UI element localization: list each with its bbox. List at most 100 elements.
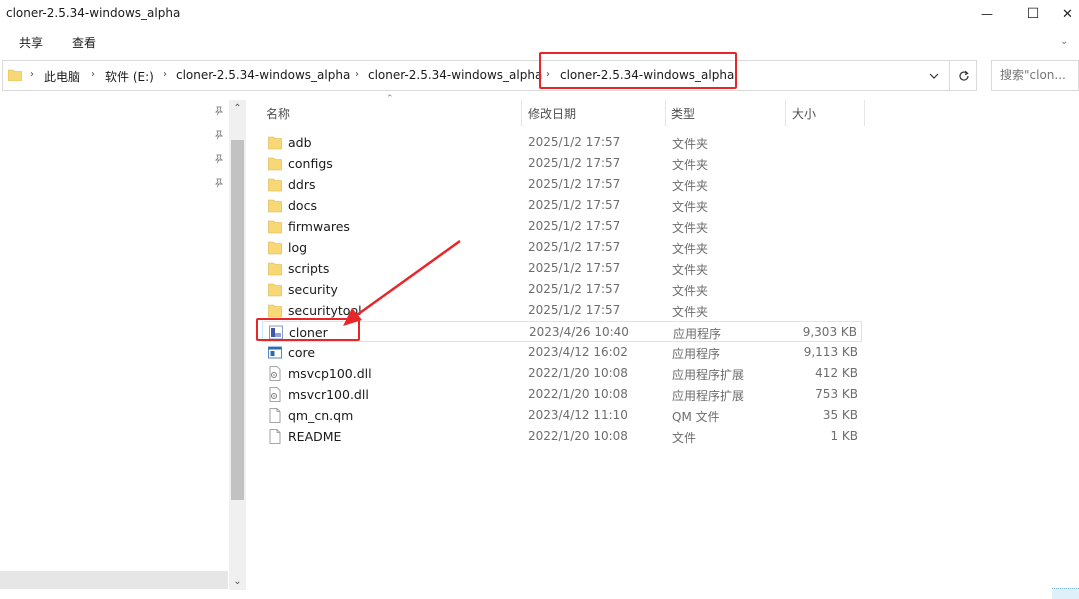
file-name: adb <box>288 135 312 150</box>
file-name: securitytool <box>288 303 362 318</box>
file-name: firmwares <box>288 219 350 234</box>
file-type: 文件夹 <box>672 305 709 319</box>
scroll-down-button[interactable]: ⌄ <box>229 573 246 590</box>
nav-scrollbar-thumb[interactable] <box>231 140 244 500</box>
scroll-up-button[interactable]: ⌃ <box>229 100 246 117</box>
ribbon: 共享 查看 ⌄ <box>0 30 1079 54</box>
column-header-name[interactable]: 名称 <box>266 100 522 126</box>
file-row-scripts[interactable]: scripts 2025/1/2 17:57 文件夹 <box>262 258 862 279</box>
column-divider[interactable] <box>864 100 865 126</box>
file-name: core <box>288 345 316 360</box>
annotation-highlight-address <box>539 52 737 89</box>
column-header-type[interactable]: 类型 <box>671 100 785 126</box>
folder-icon <box>268 199 282 213</box>
folder-icon <box>268 262 282 276</box>
folder-icon <box>268 304 282 318</box>
file-name: docs <box>288 198 317 213</box>
file-type: 文件夹 <box>672 284 709 298</box>
file-name: README <box>288 429 342 444</box>
file-row-readme[interactable]: README 2022/1/20 10:08 文件 1 KB <box>262 426 862 447</box>
dll-icon <box>269 387 281 402</box>
minimize-button[interactable]: — <box>964 0 1010 28</box>
file-row-security[interactable]: security 2025/1/2 17:57 文件夹 <box>262 279 862 300</box>
close-button[interactable]: ✕ <box>1056 0 1079 28</box>
file-row-configs[interactable]: configs 2025/1/2 17:57 文件夹 <box>262 153 862 174</box>
file-type: 文件夹 <box>672 158 709 172</box>
file-type: 文件夹 <box>672 221 709 235</box>
column-header-size[interactable]: 大小 <box>792 100 864 126</box>
file-date: 2023/4/26 10:40 <box>529 325 629 339</box>
file-row-docs[interactable]: docs 2025/1/2 17:57 文件夹 <box>262 195 862 216</box>
pin-icon[interactable] <box>214 178 224 188</box>
file-type: 文件夹 <box>672 200 709 214</box>
file-row-firmwares[interactable]: firmwares 2025/1/2 17:57 文件夹 <box>262 216 862 237</box>
file-row-qm-cn[interactable]: qm_cn.qm 2023/4/12 11:10 QM 文件 35 KB <box>262 405 862 426</box>
title-bar: cloner-2.5.34-windows_alpha — ☐ ✕ <box>0 0 1079 30</box>
maximize-icon: ☐ <box>1026 6 1040 22</box>
file-row-adb[interactable]: adb 2025/1/2 17:57 文件夹 <box>262 132 862 153</box>
file-size: 9,113 KB <box>803 345 858 359</box>
file-icon <box>269 408 281 423</box>
file-date: 2022/1/20 10:08 <box>528 366 628 380</box>
navigation-pane <box>0 98 246 599</box>
file-name: security <box>288 282 338 297</box>
refresh-button[interactable] <box>949 61 977 90</box>
pin-icon[interactable] <box>214 154 224 164</box>
breadcrumb-drive-e[interactable]: 软件 (E:) <box>105 68 154 85</box>
chevron-down-icon <box>929 73 939 79</box>
folder-icon <box>268 241 282 255</box>
file-date: 2023/4/12 16:02 <box>528 345 628 359</box>
file-row-log[interactable]: log 2025/1/2 17:57 文件夹 <box>262 237 862 258</box>
breadcrumb-folder-2[interactable]: cloner-2.5.34-windows_alpha <box>368 68 542 82</box>
chevron-down-icon[interactable]: ⌄ <box>1060 36 1068 47</box>
pin-icon[interactable] <box>214 106 224 116</box>
file-type: 应用程序 <box>672 347 721 361</box>
folder-icon <box>268 283 282 297</box>
minimize-icon: — <box>981 7 993 21</box>
column-divider[interactable] <box>785 100 786 126</box>
file-row-core[interactable]: core 2023/4/12 16:02 应用程序 9,113 KB <box>262 342 862 363</box>
file-row-ddrs[interactable]: ddrs 2025/1/2 17:57 文件夹 <box>262 174 862 195</box>
column-divider[interactable] <box>521 100 522 126</box>
resize-grip[interactable] <box>1052 588 1079 599</box>
file-type: 文件夹 <box>672 242 709 256</box>
pin-icon[interactable] <box>214 130 224 140</box>
file-date: 2025/1/2 17:57 <box>528 135 621 149</box>
tab-view[interactable]: 查看 <box>72 34 96 51</box>
file-type: QM 文件 <box>672 410 720 424</box>
close-icon: ✕ <box>1062 6 1073 22</box>
refresh-icon <box>958 70 969 81</box>
window-title: cloner-2.5.34-windows_alpha <box>6 6 181 20</box>
folder-icon <box>8 69 22 81</box>
file-type: 文件夹 <box>672 137 709 151</box>
tab-share[interactable]: 共享 <box>19 34 43 51</box>
dll-icon <box>269 366 281 381</box>
address-bar[interactable]: › 此电脑 › 软件 (E:) › cloner-2.5.34-windows_… <box>2 60 977 91</box>
maximize-button[interactable]: ☐ <box>1010 0 1056 28</box>
chevron-right-icon[interactable]: › <box>163 69 167 80</box>
file-size: 9,303 KB <box>802 325 857 339</box>
file-date: 2025/1/2 17:57 <box>528 240 621 254</box>
file-date: 2022/1/20 10:08 <box>528 387 628 401</box>
column-divider[interactable] <box>665 100 666 126</box>
chevron-down-icon: ⌄ <box>233 576 242 587</box>
file-icon <box>269 429 281 444</box>
nav-horizontal-scrollbar[interactable] <box>0 571 228 589</box>
file-row-msvcp100[interactable]: msvcp100.dll 2022/1/20 10:08 应用程序扩展 412 … <box>262 363 862 384</box>
file-row-msvcr100[interactable]: msvcr100.dll 2022/1/20 10:08 应用程序扩展 753 … <box>262 384 862 405</box>
folder-icon <box>268 136 282 150</box>
file-size: 35 KB <box>822 408 858 422</box>
search-box[interactable] <box>991 60 1079 91</box>
search-input[interactable] <box>1000 68 1078 82</box>
breadcrumb-folder-1[interactable]: cloner-2.5.34-windows_alpha <box>176 68 350 82</box>
chevron-right-icon[interactable]: › <box>30 69 34 80</box>
chevron-right-icon[interactable]: › <box>355 69 359 80</box>
file-size: 412 KB <box>815 366 858 380</box>
file-name: scripts <box>288 261 330 276</box>
folder-icon <box>268 157 282 171</box>
address-dropdown-button[interactable] <box>924 67 944 85</box>
column-header-date[interactable]: 修改日期 <box>528 100 665 126</box>
file-type: 文件夹 <box>672 179 709 193</box>
chevron-right-icon[interactable]: › <box>91 69 95 80</box>
breadcrumb-this-pc[interactable]: 此电脑 <box>44 68 80 85</box>
